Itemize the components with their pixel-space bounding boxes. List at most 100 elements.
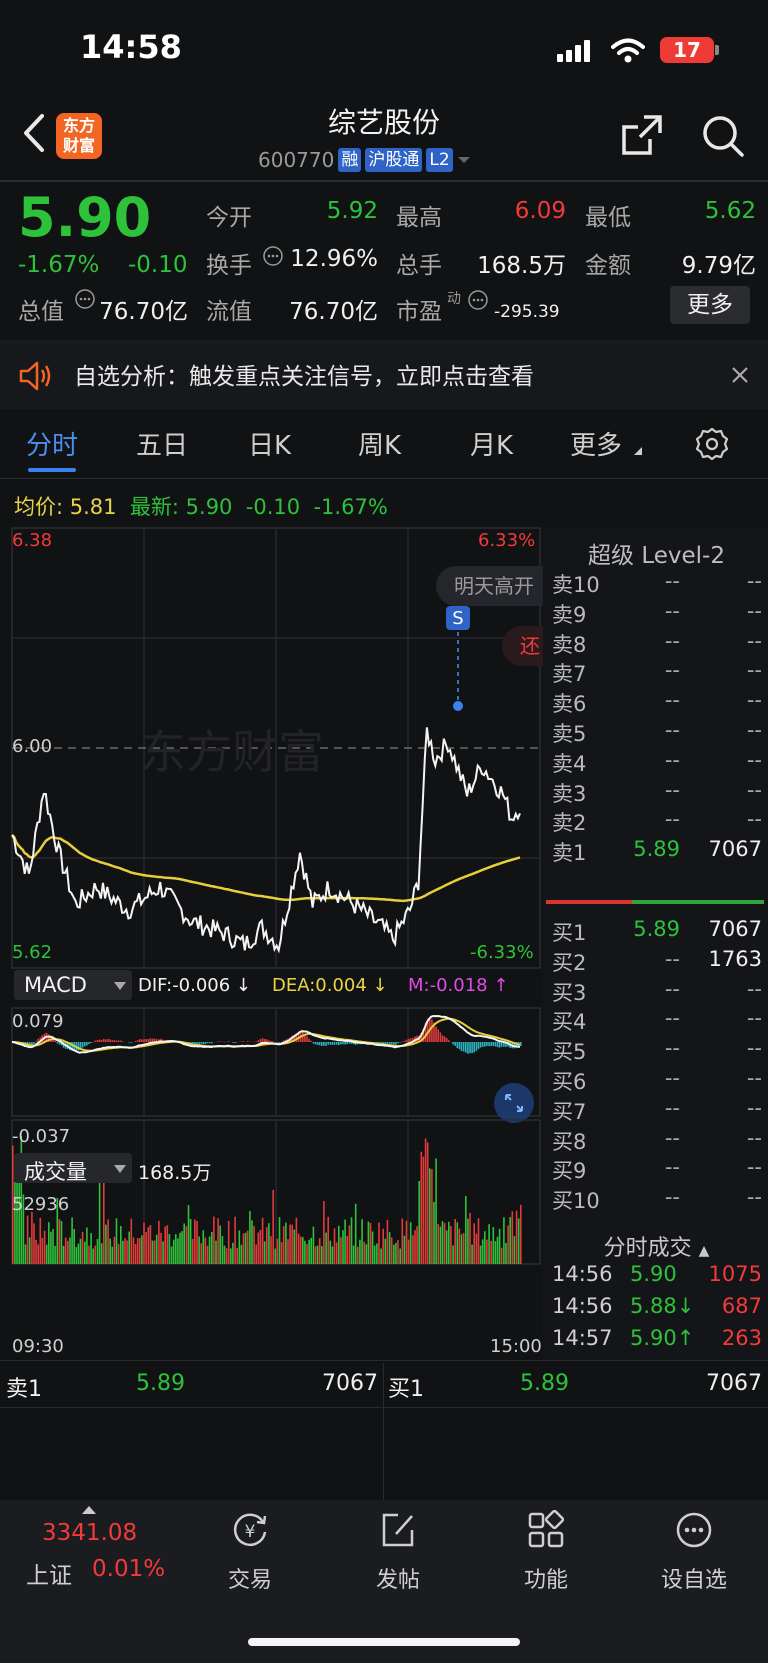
volume-bar <box>225 1248 228 1264</box>
volume-bar <box>240 1244 243 1264</box>
volume-bar <box>196 1220 198 1264</box>
expand-button[interactable] <box>494 1083 534 1123</box>
volume-bar <box>331 1246 334 1264</box>
ask-row[interactable]: 卖8 -- -- <box>552 629 762 660</box>
volume-bar <box>418 1181 420 1264</box>
macd-bar <box>435 1026 437 1042</box>
bid-row[interactable]: 买1 5.89 7067 <box>552 917 762 948</box>
ask-row[interactable]: 卖5 -- -- <box>552 718 762 749</box>
axis-top-pct: 6.33% <box>478 530 536 551</box>
tab-weekly-k[interactable]: 周K <box>358 425 401 462</box>
volume-bar <box>54 1245 56 1264</box>
volume-label: 成交量 <box>24 1160 87 1184</box>
macd-bar <box>321 1042 323 1046</box>
index-value[interactable]: 3341.08 <box>42 1520 137 1546</box>
volume-bar <box>289 1224 291 1264</box>
intraday-chart[interactable]: 东方财富 S <box>0 520 545 1360</box>
volume-bar <box>282 1226 285 1264</box>
tab-intraday[interactable]: 分时 <box>26 425 78 462</box>
volume-bar <box>155 1234 158 1264</box>
tab-daily-k[interactable]: 日K <box>248 425 291 462</box>
macd-bar <box>202 1042 205 1045</box>
info-icon[interactable] <box>467 289 489 311</box>
ask-row[interactable]: 卖2 -- -- <box>552 807 762 838</box>
latest-label: 最新: <box>129 495 179 519</box>
ask-row[interactable]: 卖7 -- -- <box>552 658 762 689</box>
tab-monthly-k[interactable]: 月K <box>470 425 513 462</box>
bid-row[interactable]: 买6 -- -- <box>552 1066 762 1097</box>
volume-bar <box>73 1229 75 1264</box>
macd-bar <box>520 1042 522 1047</box>
ask-row[interactable]: 卖3 -- -- <box>552 778 762 809</box>
ask-level: 卖1 <box>552 841 587 866</box>
partial-button[interactable]: 还 <box>502 626 545 666</box>
notice-text[interactable]: 自选分析：触发重点关注信号，立即点击查看 <box>74 357 534 391</box>
bid-row[interactable]: 买10 -- -- <box>552 1185 762 1216</box>
ask-row[interactable]: 卖4 -- -- <box>552 748 762 779</box>
macd-bar <box>346 1042 348 1045</box>
volume-bar <box>500 1247 503 1264</box>
macd-bar <box>90 1042 92 1043</box>
bid-level: 买5 <box>552 1040 587 1065</box>
bid-row[interactable]: 买5 -- -- <box>552 1036 762 1067</box>
ask-volume: -- <box>746 718 762 742</box>
ask-level: 卖7 <box>552 662 587 687</box>
close-icon[interactable] <box>730 365 750 385</box>
tick-row: 14:56 5.88↓ 687 <box>552 1294 762 1326</box>
dif-line <box>11 1014 520 1054</box>
nav-trade[interactable]: ¥ 交易 <box>180 1500 320 1620</box>
ask-level: 卖8 <box>552 632 587 657</box>
volume-bar <box>64 1237 67 1264</box>
volume-bar <box>443 1223 446 1264</box>
volume-bar <box>272 1190 274 1264</box>
macd-bar <box>109 1039 111 1042</box>
ask-row[interactable]: 卖1 5.89 7067 <box>552 837 762 868</box>
bid-row[interactable]: 买7 -- -- <box>552 1096 762 1127</box>
info-icon[interactable] <box>262 245 284 267</box>
info-icon[interactable] <box>74 288 96 310</box>
volume-bar <box>67 1240 69 1264</box>
tab-more[interactable]: 更多 <box>570 425 622 462</box>
volume-bar <box>316 1245 319 1264</box>
nav-add-watchlist[interactable]: 设自选 <box>624 1500 764 1620</box>
pe-sup: 动 <box>447 291 461 307</box>
volume-bar <box>424 1138 427 1264</box>
tab-5day[interactable]: 五日 <box>136 425 188 462</box>
bid-row[interactable]: 买9 -- -- <box>552 1155 762 1186</box>
ask-row[interactable]: 卖9 -- -- <box>552 599 762 630</box>
macd-bar <box>318 1042 321 1046</box>
volume-bar <box>37 1244 39 1264</box>
level2-title[interactable]: 超级 Level-2 <box>545 536 768 570</box>
bid-level: 买9 <box>552 1159 587 1184</box>
ticks-title[interactable]: 分时成交 ▲ <box>545 1230 768 1262</box>
settings-icon[interactable] <box>695 427 729 461</box>
bid-row[interactable]: 买4 -- -- <box>552 1006 762 1037</box>
ask-row[interactable]: 卖10 -- -- <box>552 569 762 600</box>
volume-bar <box>367 1221 370 1264</box>
macd-bar <box>342 1042 344 1045</box>
stock-code-row[interactable]: 600770 融 沪股通 L2 <box>258 148 471 172</box>
nav-post[interactable]: 发帖 <box>328 1500 468 1620</box>
watermark: 东方财富 <box>140 725 324 779</box>
ask-row[interactable]: 卖6 -- -- <box>552 688 762 719</box>
ask-volume: -- <box>746 658 762 683</box>
nav-functions[interactable]: 功能 <box>476 1500 616 1620</box>
bid-row[interactable]: 买8 -- -- <box>552 1126 762 1157</box>
tip-bubble[interactable]: 明天高开 <box>436 566 545 606</box>
bid-row[interactable]: 买3 -- -- <box>552 977 762 1008</box>
ask-price: -- <box>664 718 680 742</box>
search-icon[interactable] <box>700 113 746 159</box>
index-name[interactable]: 上证 <box>26 1556 72 1590</box>
index-pct[interactable]: 0.01% <box>92 1556 165 1582</box>
share-icon[interactable] <box>620 113 664 157</box>
volume-bar <box>481 1239 484 1264</box>
volume-bar <box>232 1242 234 1264</box>
macd-bar <box>443 1036 446 1042</box>
bid-row[interactable]: 买2 -- 1763 <box>552 947 762 978</box>
volume-bar <box>107 1219 109 1264</box>
volume-bar <box>509 1217 511 1264</box>
volume-bar <box>297 1233 300 1264</box>
more-button[interactable]: 更多 <box>670 286 750 324</box>
volume-bar <box>435 1158 437 1264</box>
macd-bar <box>219 1041 221 1042</box>
